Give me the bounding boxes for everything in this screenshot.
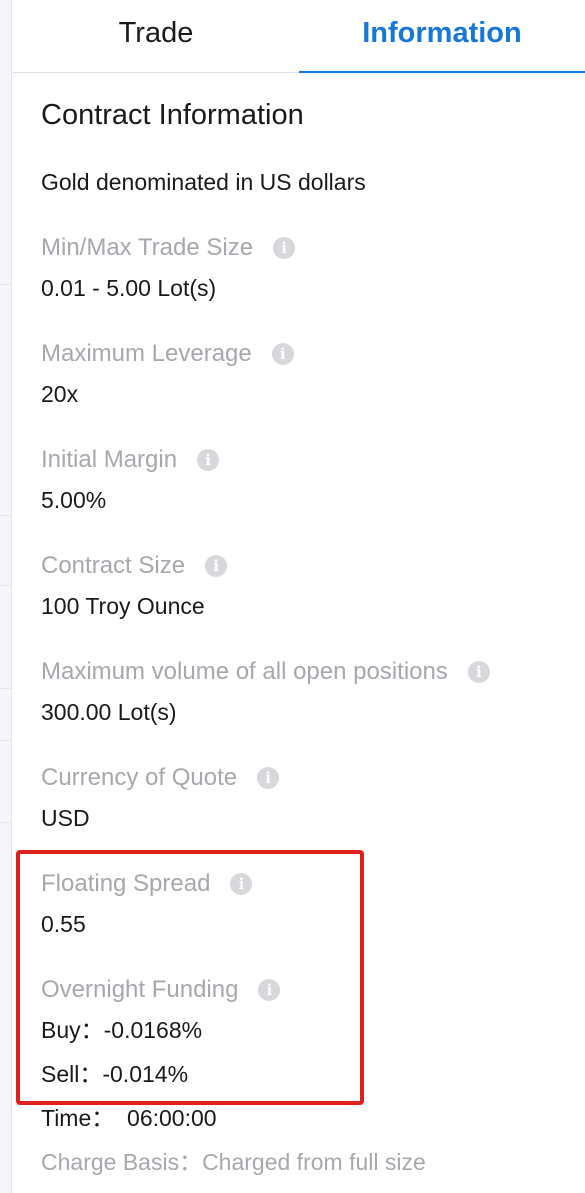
info-label: Floating Spread i: [41, 870, 585, 898]
info-label: Min/Max Trade Size i: [41, 234, 585, 262]
info-circle-icon[interactable]: i: [257, 767, 280, 789]
contract-content: Contract Information Gold denominated in…: [13, 98, 585, 1176]
tab-trade[interactable]: Trade: [13, 0, 299, 72]
info-label: Maximum Leverage i: [41, 340, 585, 368]
label-text: Maximum volume of all open positions: [41, 658, 448, 685]
info-value: USD: [41, 805, 90, 831]
info-circle-icon[interactable]: i: [258, 979, 281, 1001]
info-value: 0.55: [41, 911, 86, 937]
gutter-divider: [0, 688, 12, 689]
left-background-panel: [0, 0, 12, 1193]
info-item-leverage: Maximum Leverage i 20x: [41, 340, 585, 408]
info-value: 100 Troy Ounce: [41, 593, 205, 619]
info-value: 20x: [41, 381, 79, 407]
gutter-divider: [0, 740, 12, 741]
info-label: Overnight Funding i: [41, 976, 585, 1004]
charge-basis: Charge Basis：Charged from full size: [41, 1149, 426, 1175]
info-circle-icon[interactable]: i: [197, 449, 220, 471]
label-text: Currency of Quote: [41, 764, 238, 791]
info-item-max-volume: Maximum volume of all open positions i 3…: [41, 658, 585, 726]
section-title: Contract Information: [41, 99, 304, 131]
info-item-currency: Currency of Quote i USD: [41, 764, 585, 832]
info-label: Currency of Quote i: [41, 764, 585, 792]
label-text: Floating Spread: [41, 870, 211, 897]
label-text: Maximum Leverage: [41, 340, 252, 367]
info-circle-icon[interactable]: i: [467, 661, 490, 683]
info-label: Contract Size i: [41, 552, 585, 580]
gutter-divider: [0, 822, 12, 823]
info-item-floating-spread: Floating Spread i 0.55: [41, 870, 585, 938]
overnight-time: Time： 06:00:00: [41, 1105, 217, 1131]
info-value: 300.00 Lot(s): [41, 699, 177, 725]
info-label: Maximum volume of all open positions i: [41, 658, 585, 686]
tab-information[interactable]: Information: [299, 0, 585, 73]
gutter-divider: [0, 284, 12, 285]
label-text: Min/Max Trade Size: [41, 234, 254, 261]
label-text: Initial Margin: [41, 446, 178, 473]
label-text: Overnight Funding: [41, 976, 239, 1003]
info-item-initial-margin: Initial Margin i 5.00%: [41, 446, 585, 514]
info-circle-icon[interactable]: i: [230, 873, 253, 895]
gutter-divider: [0, 585, 12, 586]
info-panel: Trade Information Contract Information G…: [13, 0, 585, 1193]
gutter-divider: [0, 515, 12, 516]
info-circle-icon[interactable]: i: [271, 343, 294, 365]
info-circle-icon[interactable]: i: [205, 555, 228, 577]
info-value: 5.00%: [41, 487, 107, 513]
info-item-overnight-funding: Overnight Funding i Buy：-0.0168% Sell：-0…: [41, 976, 585, 1176]
label-text: Contract Size: [41, 552, 186, 579]
overnight-sell-value: Sell：-0.014%: [41, 1061, 189, 1087]
info-value: 0.01 - 5.00 Lot(s): [41, 275, 217, 301]
overnight-buy-value: Buy：-0.0168%: [41, 1017, 203, 1043]
info-item-contract-size: Contract Size i 100 Troy Ounce: [41, 552, 585, 620]
tab-bar: Trade Information: [13, 0, 585, 73]
contract-info-page: Trade Information Contract Information G…: [0, 0, 585, 1193]
info-label: Initial Margin i: [41, 446, 585, 474]
info-item-trade-size: Min/Max Trade Size i 0.01 - 5.00 Lot(s): [41, 234, 585, 302]
info-circle-icon[interactable]: i: [273, 237, 296, 259]
instrument-description: Gold denominated in US dollars: [41, 169, 366, 195]
